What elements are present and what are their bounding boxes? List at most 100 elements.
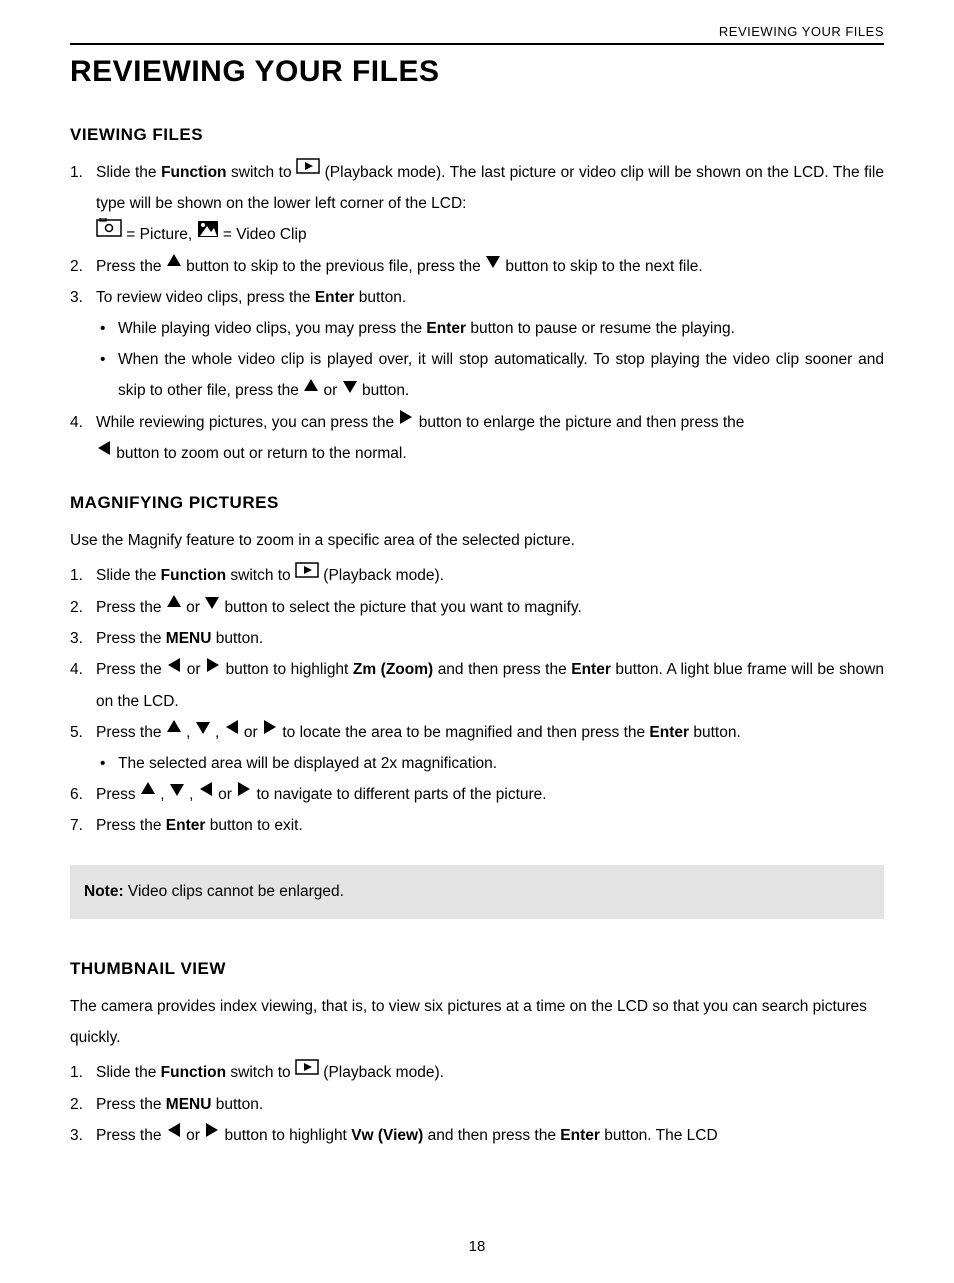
list-item: Press the Enter button to exit. [70,810,884,841]
down-icon [169,777,185,808]
function-label: Function [161,164,226,181]
left-icon [166,1118,182,1149]
text: To review video clips, press the [96,289,315,306]
text: button to enlarge the picture and then p… [414,414,744,431]
videoclip-icon [197,218,219,249]
text: Slide the [96,1064,161,1081]
right-icon [236,777,252,808]
down-icon [195,715,211,746]
text: = Picture, [122,226,197,243]
text: button to select the picture that you wa… [220,599,582,616]
text: or [240,724,262,741]
list-item: Press the or button to highlight Zm (Zoo… [70,654,884,716]
text: or [182,661,205,678]
section-title-thumbnail: THUMBNAIL VIEW [70,959,884,979]
vw-label: Vw (View) [351,1127,423,1144]
text: While reviewing pictures, you can press … [96,414,398,431]
text: to navigate to different parts of the pi… [252,786,546,803]
text: button. The LCD [600,1127,718,1144]
section-title-magnifying: MAGNIFYING PICTURES [70,493,884,513]
function-label: Function [161,567,226,584]
text: or [214,786,236,803]
list-item: While reviewing pictures, you can press … [70,407,884,470]
text: button to pause or resume the playing. [466,320,735,337]
thumbnail-intro: The camera provides index viewing, that … [70,991,884,1053]
list-item: Press the or button to select the pictur… [70,592,884,623]
text: Press the [96,599,166,616]
text: , [211,724,224,741]
text: or [182,1127,204,1144]
running-header: REVIEWING YOUR FILES [70,24,884,39]
left-icon [166,653,182,684]
text: switch to [227,164,297,181]
text: or [182,599,204,616]
text: Press the [96,817,166,834]
enter-label: Enter [560,1127,600,1144]
list-item: Slide the Function switch to (Playback m… [70,560,884,591]
text: Press the [96,661,166,678]
down-icon [204,590,220,621]
text: button. [354,289,406,306]
text: button. [211,630,263,647]
down-icon [485,249,501,280]
text: = Video Clip [219,226,307,243]
note-box: Note: Video clips cannot be enlarged. [70,865,884,919]
list-item: Press the MENU button. [70,623,884,654]
menu-label: MENU [166,1096,212,1113]
list-item: Press the MENU button. [70,1089,884,1120]
text: Slide the [96,567,161,584]
text: button to zoom out or return to the norm… [112,445,407,462]
text: switch to [226,1064,295,1081]
playback-icon [295,559,319,590]
menu-label: MENU [166,630,212,647]
list-item: To review video clips, press the Enter b… [70,282,884,406]
list-item: Press , , or to navigate to different pa… [70,779,884,810]
text: , [182,724,195,741]
up-icon [166,590,182,621]
left-icon [198,777,214,808]
text: , [156,786,169,803]
page-title: REVIEWING YOUR FILES [70,55,884,89]
enter-label: Enter [315,289,355,306]
function-label: Function [161,1064,226,1081]
playback-icon [295,1056,319,1087]
text: and then press the [423,1127,560,1144]
header-rule [70,43,884,45]
list-item: Slide the Function switch to (Playback m… [70,157,884,251]
list-item: While playing video clips, you may press… [100,313,884,344]
text: button to exit. [205,817,302,834]
right-icon [204,1118,220,1149]
note-text: Video clips cannot be enlarged. [124,883,344,900]
text: switch to [226,567,295,584]
section-title-viewing-files: VIEWING FILES [70,125,884,145]
text: button. [358,382,410,399]
left-icon [224,715,240,746]
text: button to skip to the next file. [501,258,703,275]
text: button to highlight [220,1127,351,1144]
text: , [185,786,198,803]
right-icon [262,715,278,746]
list-item: Slide the Function switch to (Playback m… [70,1057,884,1088]
text: Press the [96,1096,166,1113]
right-icon [398,405,414,436]
text: (Playback mode). [319,567,444,584]
enter-label: Enter [166,817,206,834]
text: button. [211,1096,263,1113]
up-icon [140,777,156,808]
page-number: 18 [0,1238,954,1255]
text: Press [96,786,140,803]
up-icon [303,374,319,405]
text: Slide the [96,164,161,181]
text: Press the [96,724,166,741]
list-item: When the whole video clip is played over… [100,344,884,406]
right-icon [205,653,221,684]
left-icon [96,436,112,467]
list-item: Press the button to skip to the previous… [70,251,884,282]
magnifying-list: Slide the Function switch to (Playback m… [70,560,884,841]
note-label: Note: [84,883,124,900]
enter-label: Enter [649,724,689,741]
up-icon [166,249,182,280]
text: The selected area will be displayed at 2… [118,755,497,772]
zm-label: Zm (Zoom) [353,661,433,678]
thumbnail-list: Slide the Function switch to (Playback m… [70,1057,884,1151]
